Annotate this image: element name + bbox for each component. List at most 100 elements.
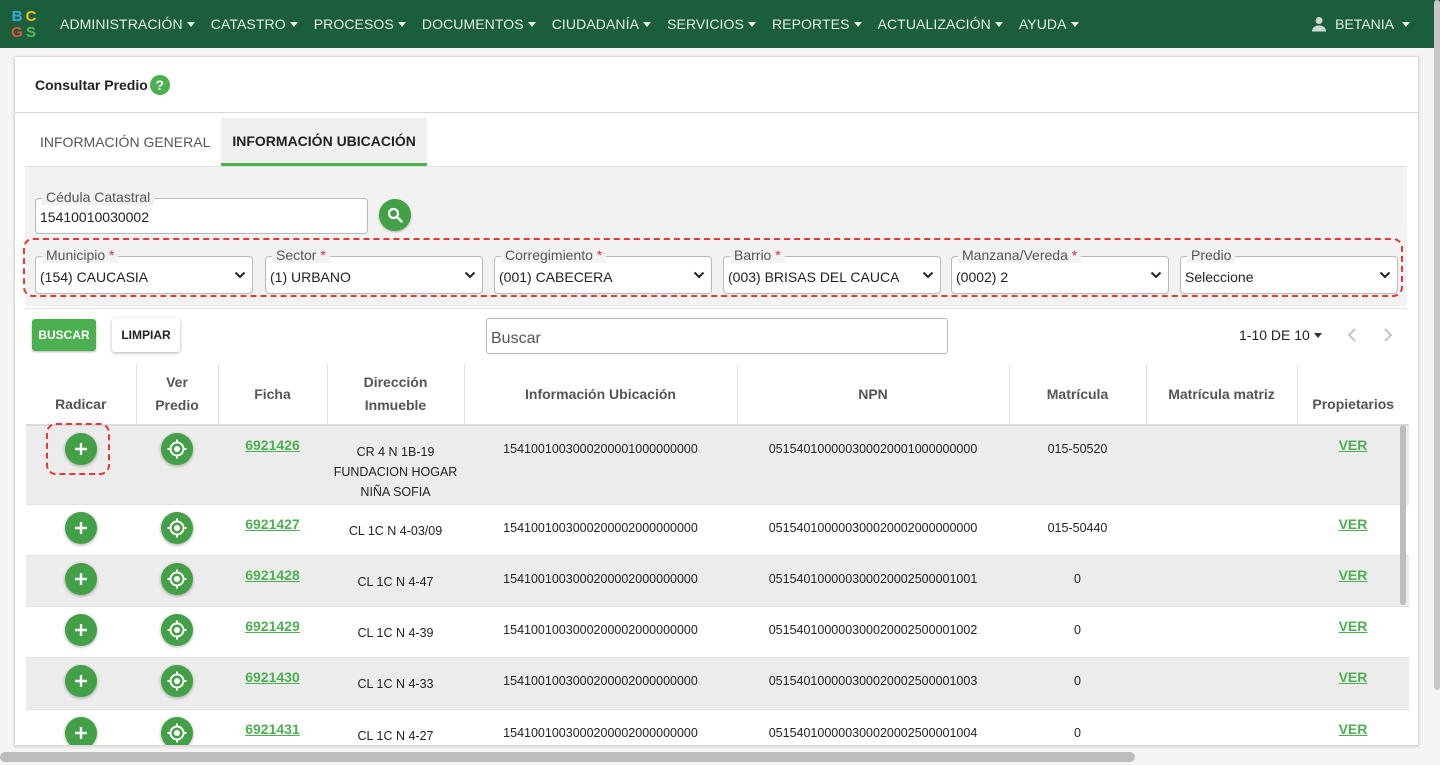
target-icon xyxy=(167,439,187,459)
caret-down-icon xyxy=(1402,21,1410,27)
cell-ver-predio xyxy=(136,606,218,658)
predio-select[interactable]: Predio Seleccione xyxy=(1180,247,1398,294)
menu-documentos[interactable]: DOCUMENTOS xyxy=(414,0,544,48)
limpiar-button[interactable]: LIMPIAR xyxy=(112,318,180,352)
corregimiento-select[interactable]: Corregimiento * (001) CABECERA xyxy=(494,247,712,294)
cell-npn: 051540100000300020002500001002 xyxy=(737,606,1009,658)
cell-radicar xyxy=(26,555,136,607)
ver-predio-button[interactable] xyxy=(161,511,193,544)
menu-servicios[interactable]: SERVICIOS xyxy=(659,0,764,48)
ficha-link[interactable]: 6921431 xyxy=(245,721,300,737)
menu-actualizacion[interactable]: ACTUALIZACIÓN xyxy=(870,0,1011,48)
header-label: Radicar xyxy=(55,396,107,412)
menu-administracion[interactable]: ADMINISTRACIÓN xyxy=(52,0,203,48)
ficha-link[interactable]: 6921428 xyxy=(245,567,300,583)
cell-matricula-matriz xyxy=(1146,606,1297,658)
plus-icon xyxy=(75,572,87,585)
help-icon[interactable]: ? xyxy=(149,74,170,95)
menu-ayuda[interactable]: AYUDA xyxy=(1011,0,1087,48)
sector-select[interactable]: Sector * (1) URBANO xyxy=(265,247,483,294)
chevron-down-icon xyxy=(234,271,246,279)
col-header-info-ubicacion[interactable]: Información Ubicación xyxy=(464,364,738,426)
cell-radicar xyxy=(26,504,136,556)
ver-propietarios-link[interactable]: VER xyxy=(1339,516,1368,532)
chevron-left-icon[interactable] xyxy=(1345,327,1359,343)
npn-value: 051540100000300020001000000000 xyxy=(768,442,978,456)
cell-matricula: 0 xyxy=(1009,709,1146,745)
radicar-button[interactable] xyxy=(65,613,97,646)
col-header-matricula-matriz[interactable]: Matrícula matriz xyxy=(1146,364,1298,426)
ver-predio-button[interactable] xyxy=(161,716,193,745)
cell-info-ubicacion: 1541001003000200002000000000 xyxy=(464,606,737,658)
caret-down-icon xyxy=(747,21,756,27)
buscar-button[interactable]: BUSCAR xyxy=(32,319,96,351)
ver-propietarios-link[interactable]: VER xyxy=(1339,721,1368,737)
cell-direccion: CR 4 N 1B-19 FUNDACION HOGAR NIÑA SOFIA xyxy=(327,425,464,505)
caret-down-icon xyxy=(289,21,298,27)
menu-catastro[interactable]: CATASTRO xyxy=(203,0,306,48)
horizontal-scrollbar[interactable] xyxy=(0,752,1135,762)
direccion-line: CL 1C N 4-27 xyxy=(357,728,434,743)
manzana-vereda-select[interactable]: Manzana/Vereda * (0002) 2 xyxy=(951,247,1169,294)
info-ubicacion-value: 1541001003000200002000000000 xyxy=(503,520,698,535)
ficha-link[interactable]: 6921430 xyxy=(245,669,300,685)
top-navbar: B C G S ADMINISTRACIÓN CATASTRO PROCESOS… xyxy=(0,0,1440,48)
cedula-catastral-input[interactable]: 15410010030002 xyxy=(40,209,149,225)
col-header-npn[interactable]: NPN xyxy=(737,364,1010,426)
cell-ver-predio xyxy=(136,709,218,745)
ver-predio-button[interactable] xyxy=(161,562,193,595)
col-header-matricula[interactable]: Matrícula xyxy=(1009,364,1147,426)
radicar-button[interactable] xyxy=(65,562,97,595)
logo-letter: G xyxy=(11,23,23,41)
ficha-link[interactable]: 6921427 xyxy=(245,516,300,532)
user-menu[interactable]: BETANIA xyxy=(1311,0,1410,48)
header-label: Información Ubicación xyxy=(525,385,676,402)
header-label: Matrícula xyxy=(1046,385,1109,402)
col-header-ver-predio[interactable]: Ver Predio xyxy=(136,364,219,426)
cell-ver-predio xyxy=(136,504,218,556)
ver-propietarios-link[interactable]: VER xyxy=(1339,567,1368,583)
radicar-button[interactable] xyxy=(65,716,97,745)
barrio-select[interactable]: Barrio * (003) BRISAS DEL CAUCA xyxy=(723,247,941,294)
menu-reportes[interactable]: REPORTES xyxy=(764,0,870,48)
table-search-input[interactable] xyxy=(486,318,948,354)
ver-propietarios-link[interactable]: VER xyxy=(1339,437,1368,453)
ficha-link[interactable]: 6921429 xyxy=(245,618,300,634)
col-header-ficha[interactable]: Ficha xyxy=(218,364,328,426)
cell-info-ubicacion: 1541001003000200002000000000 xyxy=(464,709,737,745)
col-header-radicar[interactable]: Radicar xyxy=(26,364,137,426)
tab-informacion-general[interactable]: INFORMACIÓN GENERAL xyxy=(29,118,221,166)
cedula-catastral-field[interactable]: Cédula Catastral 15410010030002 xyxy=(35,189,368,234)
caret-down-icon xyxy=(643,21,652,27)
col-header-propietarios[interactable]: Propietarios xyxy=(1297,364,1409,426)
col-header-direccion[interactable]: Dirección Inmueble xyxy=(327,364,465,426)
ficha-link[interactable]: 6921426 xyxy=(245,437,300,453)
tab-informacion-ubicacion[interactable]: INFORMACIÓN UBICACIÓN xyxy=(221,118,427,166)
page-scrollbar[interactable] xyxy=(1434,0,1440,690)
required-mark: * xyxy=(775,247,781,263)
menu-procesos[interactable]: PROCESOS xyxy=(306,0,414,48)
radicar-button[interactable] xyxy=(65,511,97,544)
municipio-select[interactable]: Municipio * (154) CAUCASIA xyxy=(35,247,253,294)
ver-propietarios-link[interactable]: VER xyxy=(1339,669,1368,685)
field-label-text: Cédula Catastral xyxy=(46,189,151,205)
ver-predio-button[interactable] xyxy=(161,613,193,646)
chevron-down-icon xyxy=(1150,271,1162,279)
search-cedula-button[interactable] xyxy=(379,199,411,231)
cell-info-ubicacion: 1541001003000200002000000000 xyxy=(464,555,737,607)
cell-direccion: CL 1C N 4-03/09 xyxy=(327,504,464,556)
ver-predio-button[interactable] xyxy=(161,664,193,697)
cell-ficha: 6921426 xyxy=(218,425,327,505)
pagination-range-dropdown[interactable]: 1-10 DE 10 xyxy=(1239,327,1322,343)
table-scrollbar[interactable] xyxy=(1400,425,1406,605)
menu-ciudadania[interactable]: CIUDADANÍA xyxy=(544,0,659,48)
bcgs-logo[interactable]: B C G S xyxy=(0,0,48,48)
radicar-button[interactable] xyxy=(65,664,97,697)
direccion-line: CL 1C N 4-33 xyxy=(357,676,434,691)
cell-npn: 051540100000300020002500001003 xyxy=(737,657,1009,710)
matricula-value: 0 xyxy=(1074,725,1081,740)
ver-predio-button[interactable] xyxy=(161,433,193,465)
ver-propietarios-link[interactable]: VER xyxy=(1339,618,1368,634)
chevron-right-icon[interactable] xyxy=(1381,327,1395,343)
cell-npn: 051540100000300020002500001004 xyxy=(737,709,1009,745)
